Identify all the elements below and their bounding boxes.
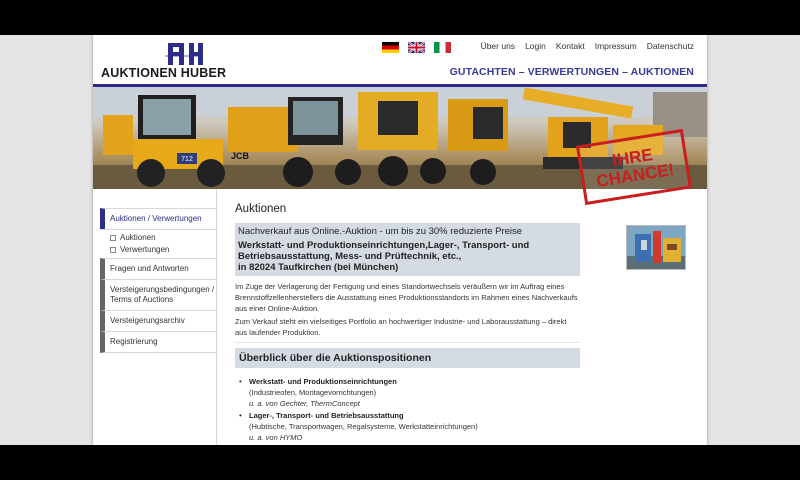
stamp-line-2: CHANCE! — [595, 159, 676, 191]
page-container: AUKTIONEN HUBER Über uns Login Kontakt I… — [93, 35, 707, 445]
sidebar-item-versteigerungsbedingungen[interactable]: Versteigerungsbedingungen / Terms of Auc… — [100, 279, 216, 310]
language-switcher — [382, 42, 451, 53]
positions-list: Werkstatt- und Produktionseinrichtungen … — [235, 376, 580, 443]
nav-link-datenschutz[interactable]: Datenschutz — [647, 41, 694, 51]
flag-it-icon[interactable] — [434, 42, 451, 53]
logo-text: AUKTIONEN HUBER — [101, 66, 227, 80]
promo-headline: Werkstatt- und Produktionseinrichtungen,… — [238, 240, 530, 262]
nav-link-login[interactable]: Login — [525, 41, 546, 51]
sidebar-item-archiv[interactable]: Versteigerungsarchiv — [100, 310, 216, 331]
browser-viewport: AUKTIONEN HUBER Über uns Login Kontakt I… — [0, 35, 800, 445]
site-tagline: GUTACHTEN – VERWERTUNGEN – AUKTIONEN — [449, 66, 694, 78]
list-item: Lager-, Transport- und Betriebsausstattu… — [239, 410, 580, 443]
list-item: Werkstatt- und Produktionseinrichtungen … — [239, 376, 580, 409]
site-logo[interactable]: AUKTIONEN HUBER — [101, 42, 261, 80]
sidebar-item-auktionen-verwertungen[interactable]: Auktionen / Verwertungen — [100, 208, 216, 229]
sidebar-item-fragen[interactable]: Fragen und Antworten — [100, 258, 216, 279]
machine-brand-label: JCB — [231, 151, 250, 161]
auction-thumbnail-image[interactable] — [626, 225, 686, 270]
factory-photo-icon — [627, 226, 685, 269]
promo-lead: Nachverkauf aus Online.-Auktion - um bis… — [238, 226, 523, 237]
content-divider — [235, 342, 580, 343]
nav-link-ueber-uns[interactable]: Über uns — [481, 41, 516, 51]
position-description: (Hubtische, Transportwagen, Regalsysteme… — [249, 422, 478, 431]
portfolio-paragraph: Zum Verkauf steht ein vielseitiges Portf… — [235, 317, 567, 337]
section-heading: Überblick über die Auktionspositionen — [235, 348, 580, 368]
nav-link-kontakt[interactable]: Kontakt — [556, 41, 585, 51]
promo-location: in 82024 Taufkirchen (bei München) — [238, 262, 399, 273]
position-examples: u. a. von HYMO — [249, 433, 303, 442]
position-title: Werkstatt- und Produktionseinrichtungen — [249, 377, 397, 386]
intro-paragraph: Im Zuge der Verlagerung der Fertigung un… — [235, 282, 578, 313]
promo-box: Nachverkauf aus Online.-Auktion - um bis… — [235, 223, 580, 276]
sidebar-subitem-verwertungen[interactable]: Verwertungen — [100, 243, 216, 255]
sidebar-item-registrierung[interactable]: Registrierung — [100, 331, 216, 353]
top-navigation: Über uns Login Kontakt Impressum Datensc… — [481, 41, 694, 51]
machine-number-label: 712 — [181, 156, 193, 163]
logo-mark-icon — [165, 43, 203, 65]
sidebar-subitem-auktionen[interactable]: Auktionen — [100, 231, 216, 243]
flag-uk-icon[interactable] — [408, 42, 425, 53]
position-examples: u. a. von Gechter, ThermConcept — [249, 399, 360, 408]
sidebar-nav: Auktionen / Verwertungen Auktionen Verwe… — [100, 189, 217, 445]
main-content: Auktionen Nachverkauf aus Online.-Auktio… — [235, 203, 580, 444]
position-description: (Industrieofen, Montagevorrichtungen) — [249, 388, 377, 397]
sidebar-submenu: Auktionen Verwertungen — [100, 229, 216, 258]
page-title: Auktionen — [235, 203, 287, 215]
flag-de-icon[interactable] — [382, 42, 399, 53]
nav-link-impressum[interactable]: Impressum — [595, 41, 637, 51]
position-title: Lager-, Transport- und Betriebsausstattu… — [249, 411, 404, 420]
